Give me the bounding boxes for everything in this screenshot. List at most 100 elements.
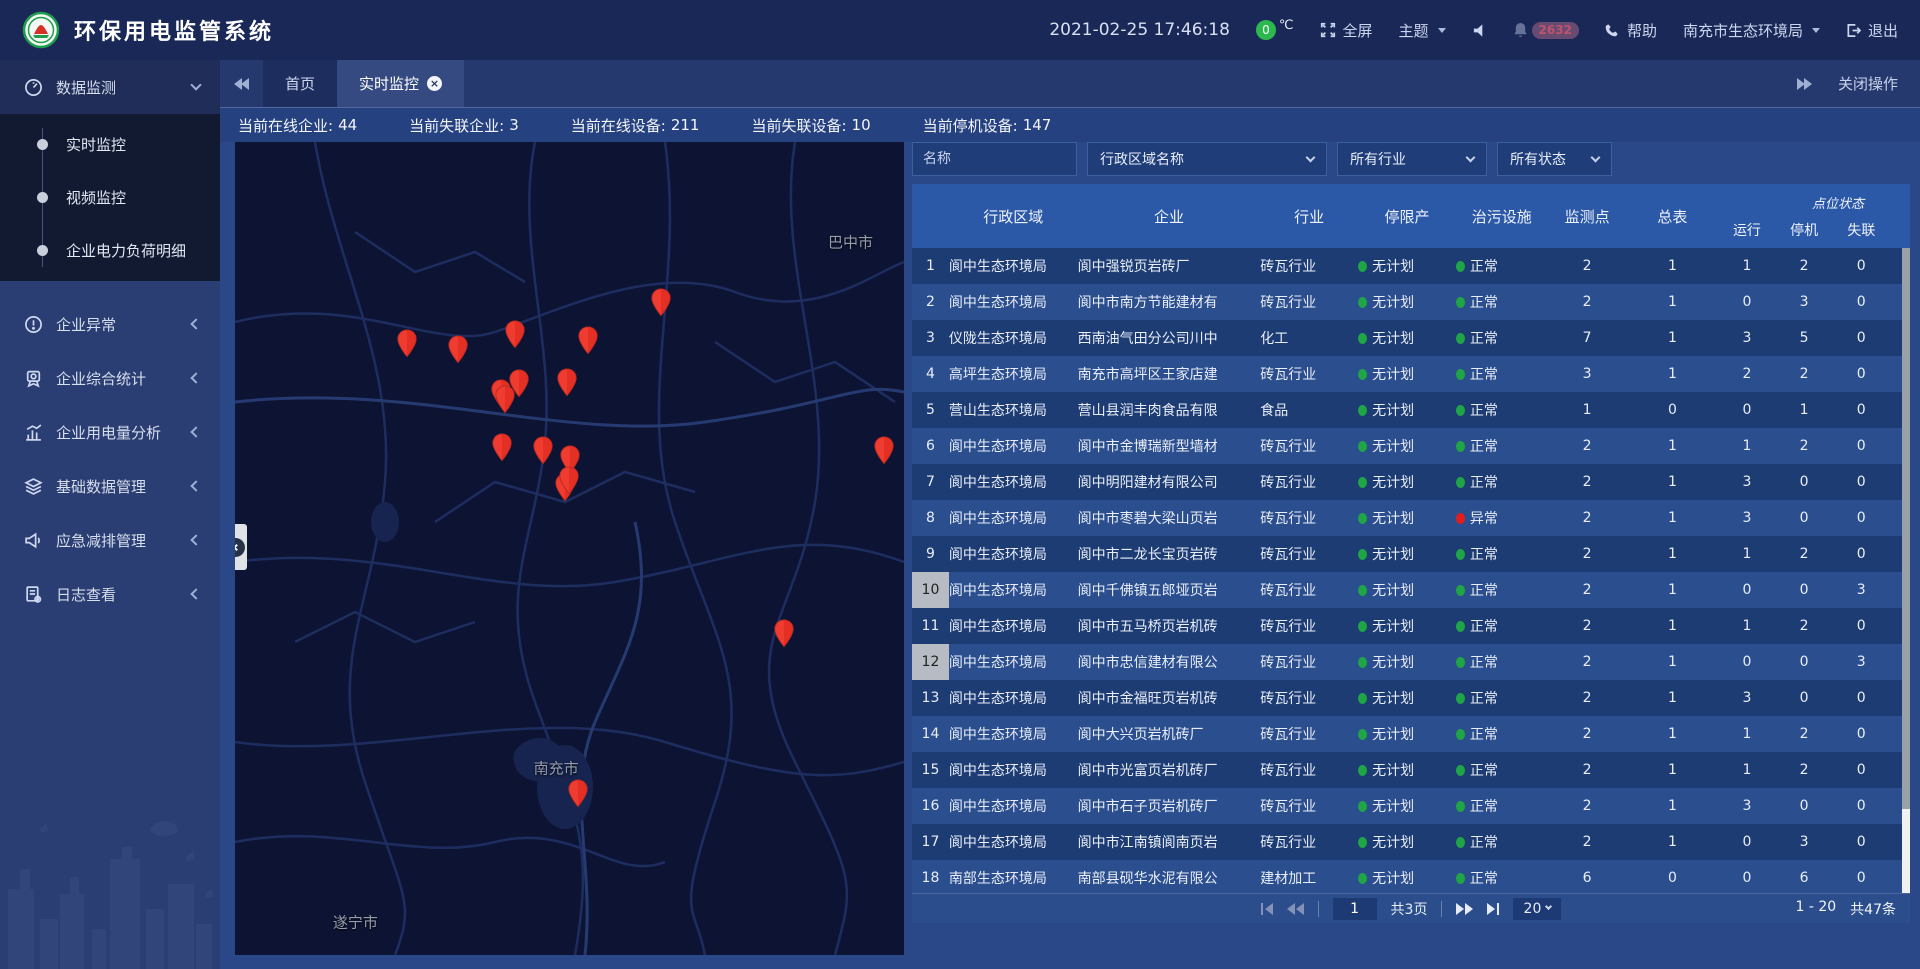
map-collapse-toggle[interactable]: [235, 524, 247, 570]
notification-area[interactable]: 2632: [1513, 22, 1579, 39]
tabs-scroll-right-button[interactable]: [1797, 78, 1812, 90]
cell-region: 南部生态环境局: [949, 868, 1078, 888]
stat-item: 当前停机设备: 147: [923, 115, 1052, 136]
tab-close-icon[interactable]: ×: [427, 76, 442, 91]
facility-status-dot: [1456, 261, 1465, 272]
table-header: 行政区域企业行业停限产治污设施监测点总表 点位状态 运行 停机 失联: [912, 184, 1910, 248]
table-row[interactable]: 13 阆中生态环境局 阆中市金福旺页岩机砖 砖瓦行业 无计划 正常 2 1 3 …: [912, 680, 1910, 716]
stat-item: 当前在线设备: 211: [571, 115, 700, 136]
tab-realtime-monitor[interactable]: 实时监控 ×: [337, 60, 464, 107]
sidebar-item-log-view[interactable]: 日志查看: [0, 567, 220, 621]
org-dropdown[interactable]: 南充市生态环境局: [1683, 20, 1820, 41]
table-scrollbar-track[interactable]: [1902, 248, 1910, 893]
logout-button[interactable]: 退出: [1846, 20, 1898, 41]
next-page-button[interactable]: [1456, 903, 1473, 915]
last-page-button[interactable]: [1487, 903, 1499, 915]
map-panel[interactable]: 巴中市 南充市 遂宁市: [235, 142, 904, 955]
page-size-select[interactable]: 20: [1513, 898, 1561, 920]
table-row[interactable]: 2 阆中生态环境局 阆中市南方节能建材有 砖瓦行业 无计划 正常 2 1 0 3…: [912, 284, 1910, 320]
tabs-scroll-left-button[interactable]: [220, 60, 263, 107]
industry-select[interactable]: 所有行业: [1337, 142, 1487, 176]
name-search-input[interactable]: [912, 142, 1077, 176]
region-select[interactable]: 行政区域名称: [1087, 142, 1327, 176]
sound-mute-button[interactable]: [1472, 23, 1487, 38]
map-pin[interactable]: [873, 436, 894, 465]
table-row[interactable]: 15 阆中生态环境局 阆中市光富页岩机砖厂 砖瓦行业 无计划 正常 2 1 1 …: [912, 752, 1910, 788]
cell-monitor-points: 2: [1548, 834, 1627, 850]
map-pin[interactable]: [491, 433, 512, 462]
map-pin[interactable]: [505, 320, 526, 349]
sidebar-subitem[interactable]: 企业电力负荷明细: [0, 224, 220, 277]
table-row[interactable]: 14 阆中生态环境局 阆中大兴页岩机砖厂 砖瓦行业 无计划 正常 2 1 1 2…: [912, 716, 1910, 752]
cell-company: 阆中市金福旺页岩机砖: [1078, 688, 1261, 708]
first-page-button[interactable]: [1261, 903, 1273, 915]
map-pin[interactable]: [396, 329, 417, 358]
table-row[interactable]: 18 南部生态环境局 南部县砚华水泥有限公 建材加工 无计划 正常 6 0 0 …: [912, 860, 1910, 893]
table-scrollbar-thumb[interactable]: [1902, 248, 1910, 809]
table-row[interactable]: 7 阆中生态环境局 阆中明阳建材有限公司 砖瓦行业 无计划 正常 2 1 3 0…: [912, 464, 1910, 500]
status-select[interactable]: 所有状态: [1497, 142, 1612, 176]
cell-region: 阆中生态环境局: [949, 256, 1078, 276]
cell-run-count: 0: [1718, 294, 1775, 310]
cell-industry: 砖瓦行业: [1260, 580, 1358, 600]
tab-home[interactable]: 首页: [263, 60, 337, 107]
sidebar-item-enterprise-statistics[interactable]: 企业综合统计: [0, 351, 220, 405]
row-index: 6: [912, 428, 949, 464]
cell-limit-production: 无计划: [1358, 328, 1456, 348]
temperature: 0 ℃: [1256, 20, 1294, 40]
fullscreen-button[interactable]: 全屏: [1320, 20, 1373, 41]
sidebar-item-emergency-reduction[interactable]: 应急减排管理: [0, 513, 220, 567]
table-row[interactable]: 17 阆中生态环境局 阆中市江南镇阆南页岩 砖瓦行业 无计划 正常 2 1 0 …: [912, 824, 1910, 860]
map-pin[interactable]: [577, 326, 598, 355]
table-row[interactable]: 11 阆中生态环境局 阆中市五马桥页岩机砖 砖瓦行业 无计划 正常 2 1 1 …: [912, 608, 1910, 644]
cell-monitor-points: 2: [1548, 654, 1627, 670]
table-row[interactable]: 3 仪陇生态环境局 西南油气田分公司川中 化工 无计划 正常 7 1 3 5 0: [912, 320, 1910, 356]
cell-monitor-points: 2: [1548, 294, 1627, 310]
sidebar-subitem[interactable]: 视频监控: [0, 171, 220, 224]
cell-lost-count: 0: [1833, 294, 1890, 310]
layers-icon: [24, 477, 43, 496]
bullet-dot-icon: [37, 245, 48, 256]
table-row[interactable]: 10 阆中生态环境局 阆中千佛镇五郎垭页岩 砖瓦行业 无计划 正常 2 1 0 …: [912, 572, 1910, 608]
cell-company: 阆中市二龙长宝页岩砖: [1078, 544, 1261, 564]
sidebar-item-power-analysis[interactable]: 企业用电量分析: [0, 405, 220, 459]
map-pin[interactable]: [494, 385, 515, 414]
sidebar-subitem[interactable]: 实时监控: [0, 118, 220, 171]
facility-status-dot: [1456, 513, 1465, 524]
map-pin[interactable]: [774, 619, 795, 648]
table-row[interactable]: 9 阆中生态环境局 阆中市二龙长宝页岩砖 砖瓦行业 无计划 正常 2 1 1 2…: [912, 536, 1910, 572]
filter-bar: 行政区域名称 所有行业 所有状态: [912, 142, 1910, 176]
map-pin[interactable]: [558, 466, 579, 495]
sidebar-item-enterprise-abnormal[interactable]: 企业异常: [0, 297, 220, 351]
map-pin[interactable]: [532, 436, 553, 465]
sidebar-item-base-data[interactable]: 基础数据管理: [0, 459, 220, 513]
cell-limit-production: 无计划: [1358, 436, 1456, 456]
table-row[interactable]: 5 营山生态环境局 营山县润丰肉食品有限 食品 无计划 正常 1 0 0 1 0: [912, 392, 1910, 428]
map-city-label: 南充市: [534, 758, 579, 779]
cell-limit-production: 无计划: [1358, 508, 1456, 528]
theme-dropdown[interactable]: 主题: [1399, 20, 1446, 41]
cell-run-count: 3: [1718, 510, 1775, 526]
close-operations-button[interactable]: 关闭操作: [1838, 73, 1898, 94]
help-button[interactable]: 帮助: [1605, 20, 1657, 41]
map-pin[interactable]: [556, 368, 577, 397]
cell-region: 阆中生态环境局: [949, 724, 1078, 744]
row-index: 18: [912, 860, 949, 893]
map-pin[interactable]: [568, 779, 589, 808]
page-number-input[interactable]: [1333, 898, 1377, 920]
prev-page-button[interactable]: [1287, 903, 1304, 915]
sidebar-item-data-monitor[interactable]: 数据监测: [0, 60, 220, 114]
status-dot-green: [1358, 297, 1367, 308]
table-row[interactable]: 16 阆中生态环境局 阆中市石子页岩机砖厂 砖瓦行业 无计划 正常 2 1 3 …: [912, 788, 1910, 824]
cell-company: 阆中明阳建材有限公司: [1078, 472, 1261, 492]
table-row[interactable]: 1 阆中生态环境局 阆中强锐页岩砖厂 砖瓦行业 无计划 正常 2 1 1 2 0: [912, 248, 1910, 284]
table-row[interactable]: 8 阆中生态环境局 阆中市枣碧大梁山页岩 砖瓦行业 无计划 异常 2 1 3 0…: [912, 500, 1910, 536]
map-pin[interactable]: [448, 335, 469, 364]
map-pin[interactable]: [651, 288, 672, 317]
cell-region: 阆中生态环境局: [949, 580, 1078, 600]
cell-stop-count: 2: [1776, 366, 1833, 382]
table-row[interactable]: 12 阆中生态环境局 阆中市忠信建材有限公 砖瓦行业 无计划 正常 2 1 0 …: [912, 644, 1910, 680]
cell-stop-count: 3: [1776, 834, 1833, 850]
table-row[interactable]: 6 阆中生态环境局 阆中市金博瑞新型墙材 砖瓦行业 无计划 正常 2 1 1 2…: [912, 428, 1910, 464]
table-row[interactable]: 4 高坪生态环境局 南充市高坪区王家店建 砖瓦行业 无计划 正常 3 1 2 2…: [912, 356, 1910, 392]
